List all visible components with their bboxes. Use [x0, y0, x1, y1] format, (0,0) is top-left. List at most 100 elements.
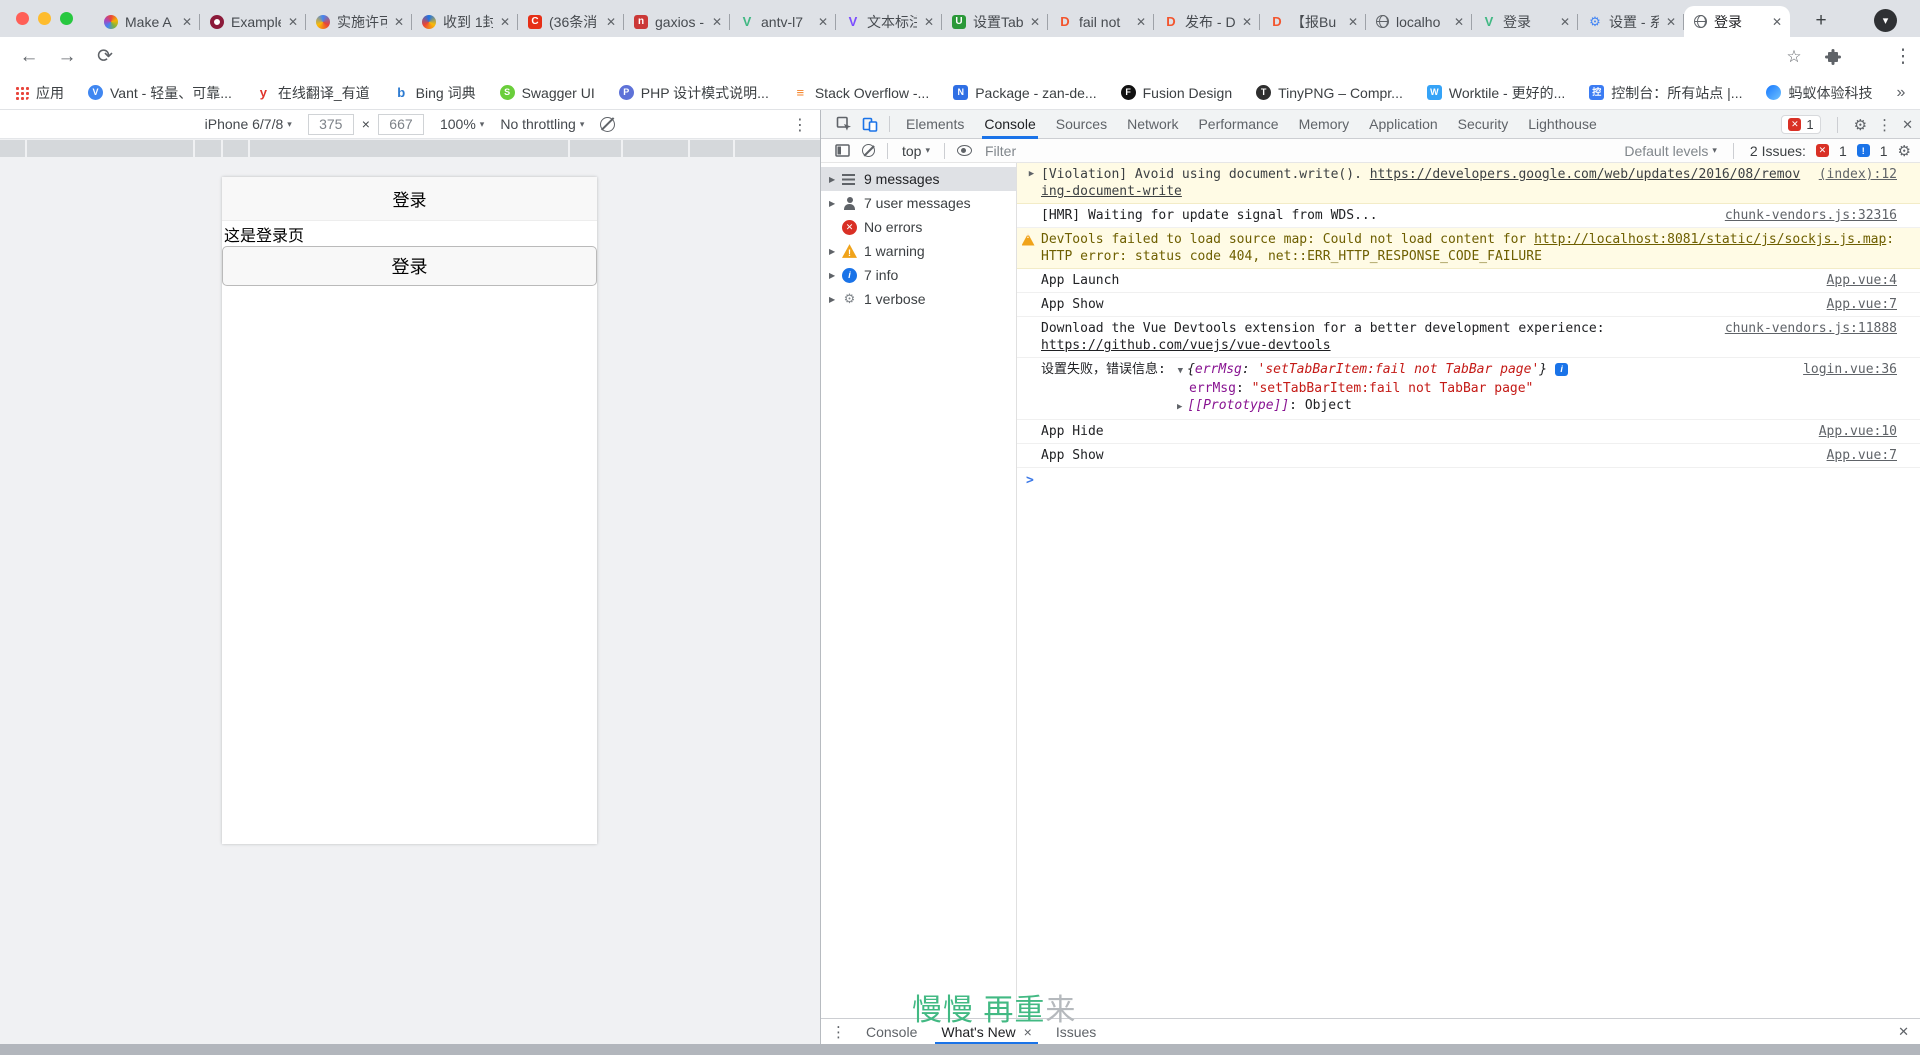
mobile-login-button[interactable]: 登录 [222, 246, 597, 286]
expand-arrow-icon[interactable]: ▶ [829, 271, 842, 280]
expand-arrow-icon[interactable]: ▶ [1029, 166, 1034, 183]
expand-arrow-icon[interactable]: ▶ [829, 199, 842, 208]
console-message-violation[interactable]: ▶ (index):12 [Violation] Avoid using doc… [1017, 163, 1920, 204]
console-sidebar-item[interactable]: ✕No errors [821, 215, 1016, 239]
reload-button[interactable]: ⟳ [88, 37, 122, 76]
console-message-object[interactable]: login.vue:36 设置失败，错误信息: ▼{errMsg: 'setTa… [1017, 358, 1920, 420]
expand-arrow-icon[interactable]: ▶ [829, 295, 842, 304]
forward-button[interactable]: → [50, 37, 84, 76]
tab-close-icon[interactable]: ✕ [500, 15, 510, 29]
devtools-tab-console[interactable]: Console [974, 110, 1045, 139]
bookmark-item[interactable]: PPHP 设计模式说明... [619, 83, 769, 103]
bookmark-item[interactable]: 应用 [14, 83, 64, 103]
tab-close-icon[interactable]: ✕ [1666, 15, 1676, 29]
console-settings-gear-icon[interactable]: ⚙ [1898, 142, 1911, 160]
expand-arrow-icon[interactable]: ▶ [829, 175, 842, 184]
tab-close-icon[interactable]: ✕ [288, 15, 298, 29]
source-link[interactable]: App.vue:7 [1827, 447, 1897, 464]
bookmark-item[interactable]: y在线翻译_有道 [256, 83, 370, 103]
console-message-log[interactable]: App.vue:10 App Hide [1017, 420, 1920, 444]
device-toolbar-kebab-icon[interactable]: ⋮ [792, 110, 808, 139]
tab-close-icon[interactable]: ✕ [924, 15, 934, 29]
expand-arrow-icon[interactable]: ▶ [829, 247, 842, 256]
tab-close-icon[interactable]: ✕ [1772, 15, 1782, 29]
browser-tab[interactable]: localho✕ [1366, 6, 1472, 37]
browser-tab[interactable]: D发布 - D✕ [1154, 6, 1260, 37]
tab-close-icon[interactable]: ✕ [394, 15, 404, 29]
drawer-kebab-icon[interactable]: ⋮ [821, 1023, 854, 1041]
bookmark-item[interactable]: VVant - 轻量、可靠... [88, 83, 232, 103]
devtools-tab-memory[interactable]: Memory [1289, 110, 1360, 139]
devtools-tab-sources[interactable]: Sources [1046, 110, 1117, 139]
browser-tab[interactable]: Vantv-l7✕ [730, 6, 836, 37]
devtools-tab-application[interactable]: Application [1359, 110, 1448, 139]
browser-tab[interactable]: ngaxios -✕ [624, 6, 730, 37]
error-counter-badge[interactable]: ✕ 1 [1781, 115, 1820, 134]
minimize-window-button[interactable] [38, 12, 51, 25]
console-message-log[interactable]: App.vue:7 App Show [1017, 293, 1920, 317]
devtools-tab-elements[interactable]: Elements [896, 110, 974, 139]
source-link[interactable]: login.vue:36 [1803, 361, 1897, 378]
console-message-log[interactable]: chunk-vendors.js:32316 [HMR] Waiting for… [1017, 204, 1920, 228]
bookmark-item[interactable]: 控控制台：所有站点 |... [1589, 83, 1742, 103]
devtools-tab-lighthouse[interactable]: Lighthouse [1518, 110, 1607, 139]
bookmark-item[interactable]: TTinyPNG – Compr... [1256, 85, 1403, 101]
back-button[interactable]: ← [12, 37, 46, 76]
source-link[interactable]: chunk-vendors.js:11888 [1725, 320, 1897, 337]
bookmark-star-icon[interactable]: ☆ [1777, 37, 1811, 76]
browser-tab[interactable]: Dfail not✕ [1048, 6, 1154, 37]
bookmark-item[interactable]: NPackage - zan-de... [953, 85, 1096, 101]
clear-console-icon[interactable] [855, 138, 881, 164]
bookmark-item[interactable]: ≡Stack Overflow -... [793, 85, 929, 101]
tab-close-icon[interactable]: ✕ [1136, 15, 1146, 29]
devtools-settings-gear-icon[interactable]: ⚙ [1854, 116, 1867, 134]
drawer-close-icon[interactable]: ✕ [1898, 1024, 1920, 1040]
device-select[interactable]: iPhone 6/7/8▾ [205, 116, 292, 132]
throttle-select[interactable]: No throttling▾ [500, 116, 584, 132]
console-sidebar-item[interactable]: ▶9 messages [821, 167, 1016, 191]
source-link[interactable]: chunk-vendors.js:32316 [1725, 207, 1897, 224]
devtools-tab-performance[interactable]: Performance [1188, 110, 1288, 139]
console-message-warning[interactable]: ! DevTools failed to load source map: Co… [1017, 228, 1920, 269]
media-query-ruler[interactable] [0, 140, 820, 157]
browser-tab-active[interactable]: 登录✕ [1684, 6, 1790, 37]
tab-close-icon[interactable]: ✕ [1560, 15, 1570, 29]
console-message-log[interactable]: chunk-vendors.js:11888 Download the Vue … [1017, 317, 1920, 358]
tab-close-icon[interactable]: ✕ [1348, 15, 1358, 29]
bookmark-item[interactable]: bBing 词典 [394, 83, 476, 103]
console-sidebar-toggle-icon[interactable] [829, 138, 855, 164]
issues-label[interactable]: 2 Issues: [1750, 143, 1806, 159]
close-window-button[interactable] [16, 12, 29, 25]
object-prototype-row[interactable]: ▶[[Prototype]]: Object [1177, 397, 1897, 416]
browser-tab[interactable]: 实施许可✕ [306, 6, 412, 37]
tab-close-icon[interactable]: ✕ [1030, 15, 1040, 29]
execution-context-select[interactable]: top▾ [894, 143, 938, 159]
tab-close-icon[interactable]: ✕ [1454, 15, 1464, 29]
source-link[interactable]: App.vue:10 [1819, 423, 1897, 440]
new-tab-button[interactable]: + [1806, 6, 1836, 36]
live-expression-eye-icon[interactable] [951, 138, 977, 164]
bookmark-item[interactable]: SSwagger UI [500, 85, 595, 101]
console-filter-input[interactable] [985, 143, 1624, 159]
device-height-input[interactable] [378, 114, 424, 135]
devtools-tab-network[interactable]: Network [1117, 110, 1188, 139]
bookmark-item[interactable]: FFusion Design [1121, 85, 1233, 101]
browser-tab[interactable]: Make A✕ [94, 6, 200, 37]
message-link[interactable]: http://localhost:8081/static/js/sockjs.j… [1534, 232, 1886, 247]
rotate-device-icon[interactable] [600, 117, 615, 132]
tab-close-icon[interactable]: ✕ [1242, 15, 1252, 29]
extensions-puzzle-icon[interactable] [1816, 37, 1850, 76]
console-sidebar-item[interactable]: ▶7 user messages [821, 191, 1016, 215]
console-sidebar-item[interactable]: ▶⚙1 verbose [821, 287, 1016, 311]
browser-tab[interactable]: 收到 1封✕ [412, 6, 518, 37]
tab-close-icon[interactable]: ✕ [712, 15, 722, 29]
inspect-element-icon[interactable] [831, 111, 857, 137]
console-prompt[interactable]: > [1017, 468, 1920, 478]
devtools-menu-kebab-icon[interactable]: ⋮ [1877, 116, 1892, 134]
tab-close-icon[interactable]: ✕ [182, 15, 192, 29]
tab-search-button[interactable]: ▾ [1874, 9, 1897, 32]
source-link[interactable]: (index):12 [1819, 166, 1897, 183]
device-width-input[interactable] [308, 114, 354, 135]
tab-close-icon[interactable]: ✕ [606, 15, 616, 29]
console-sidebar-item[interactable]: ▶i7 info [821, 263, 1016, 287]
